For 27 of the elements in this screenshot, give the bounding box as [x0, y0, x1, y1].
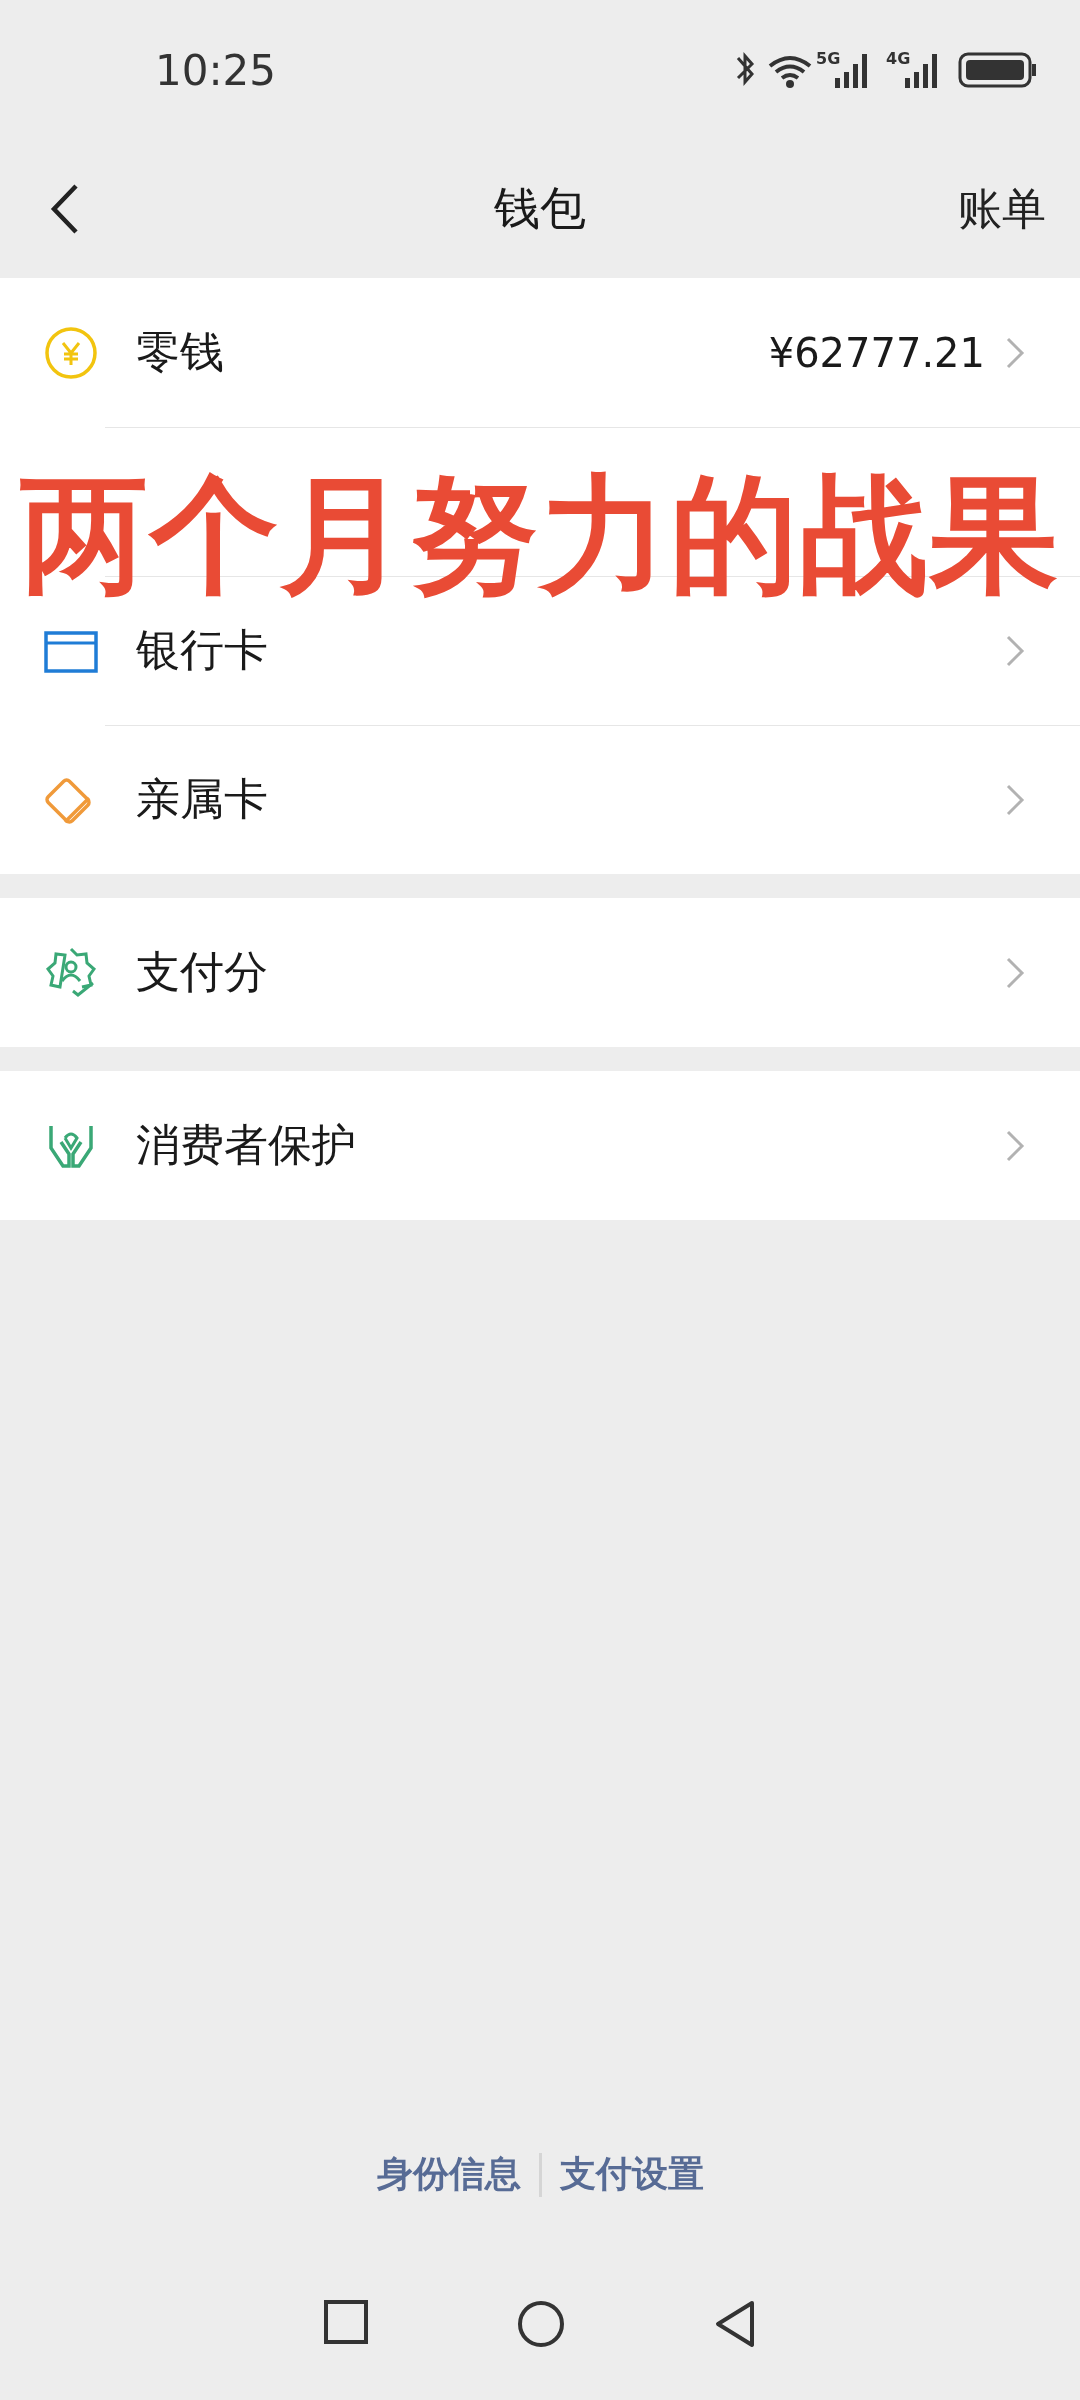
item-label: 支付分 — [136, 945, 269, 999]
overlay-caption: 两个月努力的战果 — [20, 460, 1060, 609]
balance-amount: ¥62777.21 — [768, 329, 985, 376]
back-icon[interactable] — [50, 183, 80, 235]
chevron-icon — [1005, 633, 1025, 668]
footer-link[interactable]: 支付设置 — [541, 2150, 722, 2199]
item-label: 零钱 — [136, 325, 225, 379]
bill-link[interactable]: 账单 — [958, 179, 1046, 239]
item-label: 银行卡 — [136, 623, 269, 677]
item-label: 亲属卡 — [136, 772, 269, 826]
item-label: 消费者保护 — [136, 1118, 357, 1172]
back-nav-icon[interactable] — [713, 2300, 756, 2348]
menu-item[interactable]: 亲属卡 — [0, 725, 1080, 874]
menu-item[interactable]: 消费者保护 — [0, 1071, 1080, 1220]
yen-coin-icon — [43, 324, 99, 381]
recents-icon[interactable] — [324, 2300, 369, 2344]
chevron-icon — [1005, 955, 1025, 990]
chevron-icon — [1005, 782, 1025, 817]
page-title: 钱包 — [494, 181, 586, 235]
home-icon[interactable] — [517, 2300, 565, 2348]
footer-link[interactable]: 身份信息 — [358, 2150, 539, 2199]
menu-item[interactable]: 零钱 ¥62777.21 — [0, 278, 1080, 427]
chevron-icon — [1005, 1128, 1025, 1163]
menu-item[interactable]: 支付分 — [0, 898, 1080, 1047]
status-time: 10:25 — [155, 45, 277, 95]
chevron-icon — [1005, 335, 1025, 370]
status-icons-drawing: 5G 4G — [730, 48, 1040, 92]
